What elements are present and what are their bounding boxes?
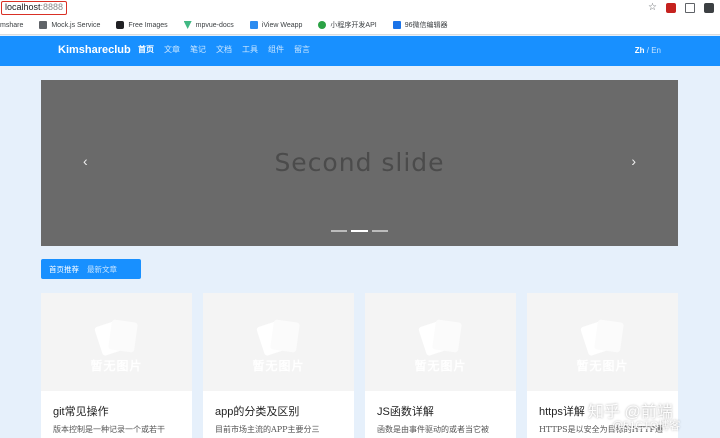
- carousel-prev-icon[interactable]: ‹: [83, 153, 88, 169]
- 51cto-watermark: @51CTO博客: [612, 420, 681, 432]
- carousel-indicators: [331, 230, 388, 232]
- bookmarks-bar: mshare Mock.js Service Free Images mpvue…: [0, 16, 720, 35]
- article-card[interactable]: 暂无图片 git常见操作 版本控制是一种记录一个或若干: [41, 293, 192, 438]
- carousel-indicator-3[interactable]: [372, 230, 388, 232]
- card-title[interactable]: git常见操作: [53, 403, 109, 419]
- nav-item-articles[interactable]: 文章: [164, 45, 180, 55]
- bookmark-label: 小程序开发API: [330, 22, 377, 29]
- url-host: localhost: [5, 2, 41, 12]
- card-description: 版本控制是一种记录一个或若干: [53, 425, 165, 434]
- card-thumbnail: 暂无图片: [203, 293, 354, 391]
- image-placeholder-icon: [416, 317, 466, 357]
- card-title[interactable]: https详解: [539, 403, 585, 419]
- tab-latest[interactable]: 最新文章: [87, 264, 117, 275]
- card-title[interactable]: app的分类及区别: [215, 403, 299, 419]
- vue-icon: [183, 21, 192, 29]
- nav-item-docs[interactable]: 文档: [216, 45, 232, 55]
- card-title[interactable]: JS函数详解: [377, 403, 434, 419]
- bookmark-iview-weapp[interactable]: iView Weapp: [249, 21, 303, 29]
- lang-zh[interactable]: Zh: [635, 46, 645, 55]
- tab-recommended[interactable]: 首页推荐: [49, 264, 79, 275]
- carousel-indicator-2[interactable]: [351, 230, 368, 232]
- bookmark-label: Free Images: [128, 21, 168, 29]
- wechat-icon: [318, 21, 327, 29]
- extension-dark-icon[interactable]: [704, 3, 714, 13]
- carousel-indicator-1[interactable]: [331, 230, 347, 232]
- bookmark-mpvue-docs[interactable]: mpvue-docs: [183, 21, 234, 29]
- image-placeholder-icon: [254, 317, 304, 357]
- placeholder-text: 暂无图片: [414, 359, 467, 373]
- bookmark-free-images[interactable]: Free Images: [116, 21, 168, 29]
- card-thumbnail: 暂无图片: [527, 293, 678, 391]
- card-thumbnail: 暂无图片: [365, 293, 516, 391]
- language-switch: Zh / En: [635, 46, 661, 55]
- url-port: :8888: [40, 2, 64, 12]
- star-bookmark-icon[interactable]: ☆: [648, 2, 657, 14]
- bookmark-label: mshare: [0, 21, 24, 29]
- bookmark-label: mpvue-docs: [195, 21, 234, 29]
- article-card[interactable]: 暂无图片 app的分类及区别 目前市场主流的APP主要分三: [203, 293, 354, 438]
- image-placeholder-icon: [92, 317, 142, 357]
- site-navbar: Kimshareclub 首页 文章 笔记 文档 工具 组件 留言 Zh / E…: [0, 36, 720, 66]
- hero-carousel: Second slide ‹ ›: [41, 80, 678, 246]
- placeholder-text: 暂无图片: [576, 359, 629, 373]
- carousel-next-icon[interactable]: ›: [631, 153, 636, 169]
- browser-address-bar: localhost:8888 ☆: [0, 0, 720, 16]
- bookmark-label: 96微信编辑器: [404, 22, 448, 29]
- camera-icon: [116, 21, 125, 29]
- lang-en[interactable]: En: [651, 46, 661, 55]
- bookmark-mshare[interactable]: mshare: [0, 22, 23, 29]
- extension-red-icon[interactable]: [666, 3, 676, 13]
- card-thumbnail: 暂无图片: [41, 293, 192, 391]
- bookmark-label: Mock.js Service: [51, 21, 101, 29]
- slide-caption: Second slide: [274, 148, 445, 177]
- nav-menu: 首页 文章 笔记 文档 工具 组件 留言: [138, 45, 310, 55]
- bookmark-miniprogram-api[interactable]: 小程序开发API: [318, 20, 377, 30]
- iview-icon: [249, 21, 258, 29]
- card-description: 函数是由事件驱动的或者当它被: [377, 425, 489, 434]
- placeholder-text: 暂无图片: [90, 359, 143, 373]
- doc-icon: [39, 21, 48, 29]
- nav-item-tools[interactable]: 工具: [242, 45, 258, 55]
- nav-item-messages[interactable]: 留言: [294, 45, 310, 55]
- image-placeholder-icon: [578, 317, 628, 357]
- card-description: 目前市场主流的APP主要分三: [215, 425, 320, 434]
- bookmark-96-editor[interactable]: 96微信编辑器: [392, 20, 448, 30]
- nav-item-notes[interactable]: 笔记: [190, 45, 206, 55]
- extension-box-icon[interactable]: [685, 3, 695, 13]
- editor-icon: [392, 21, 401, 29]
- content-tabs: 首页推荐 最新文章: [41, 259, 141, 279]
- bookmark-label: iView Weapp: [261, 21, 303, 29]
- browser-toolbar-icons: ☆: [648, 2, 714, 14]
- nav-item-components[interactable]: 组件: [268, 45, 284, 55]
- bookmark-mockjs[interactable]: Mock.js Service: [39, 21, 100, 29]
- article-card[interactable]: 暂无图片 JS函数详解 函数是由事件驱动的或者当它被: [365, 293, 516, 438]
- site-brand[interactable]: Kimshareclub: [58, 44, 131, 56]
- url-field[interactable]: localhost:8888: [1, 1, 68, 15]
- nav-item-home[interactable]: 首页: [138, 45, 154, 55]
- placeholder-text: 暂无图片: [252, 359, 305, 373]
